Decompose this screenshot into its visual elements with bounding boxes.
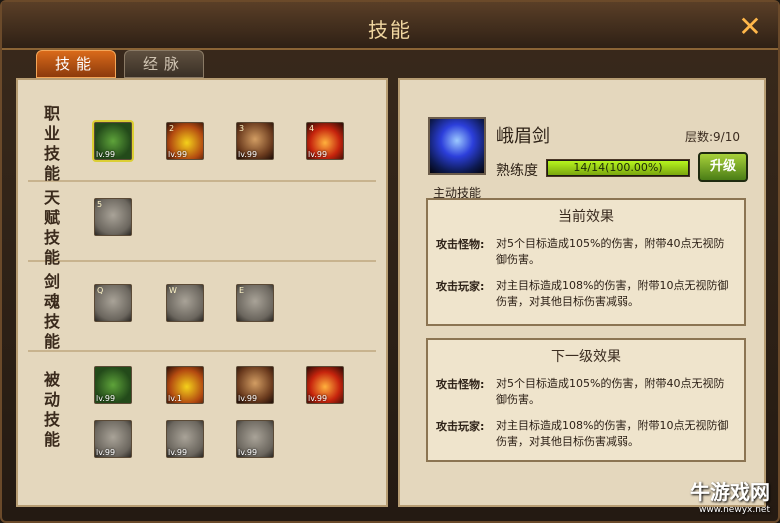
proficiency-text: 14/14(100.00%) [573,161,663,174]
skill-orb-icon [428,117,486,175]
category-soul: 剑魂技能 [43,272,60,351]
level-label: lv.99 [168,150,188,159]
watermark-logo: 牛游戏网 www.newyx.net [690,476,770,515]
skill-detail-panel: 主动技能 峨眉剑 层数:9/10 熟练度 14/14(100.00%) 升级 当… [398,78,766,507]
current-effect-title: 当前效果 [558,209,614,225]
category-passive: 被动技能 [43,370,60,449]
level-label: lv.99 [96,448,116,457]
effect-value: 对主目标造成108%的伤害，附带10点无视防御伤害，对其他目标伤害减弱。 [496,279,729,308]
effect-value: 对5个目标造成105%的伤害，附带40点无视防御伤害。 [496,237,725,266]
hotkey-label: 2 [169,124,175,133]
skill-slot[interactable]: lv.99 [94,366,132,404]
skill-slot[interactable]: lv.99 [236,420,274,458]
effect-key: 攻击玩家: [436,420,485,433]
tab-meridians[interactable]: 经脉 [124,50,204,78]
effect-row: 攻击怪物: 对5个目标造成105%的伤害，附带40点无视防御伤害。 [428,372,744,414]
skill-slot[interactable]: E [236,284,274,322]
level-label: lv.99 [238,448,258,457]
proficiency-bar: 14/14(100.00%) [546,159,690,177]
skill-slot[interactable]: lv.99 [306,366,344,404]
level-label: lv.99 [168,448,188,457]
upgrade-button[interactable]: 升级 [698,152,748,182]
skill-name: 峨眉剑 [496,126,550,147]
level-label: lv.99 [96,394,116,403]
skill-slot[interactable]: lv.1 [166,366,204,404]
skills-window: 技能 ✕ 技能 经脉 职业技能 天赋技能 剑魂技能 被动技能 lv.99 2 l… [0,0,780,523]
effect-row: 攻击玩家: 对主目标造成108%的伤害，附带10点无视防御伤害，对其他目标伤害减… [428,414,744,456]
hotkey-label: 4 [309,124,315,133]
skill-slot[interactable]: 4 lv.99 [306,122,344,160]
effect-value: 对5个目标造成105%的伤害，附带40点无视防御伤害。 [496,377,725,406]
hotkey-label: W [169,286,177,295]
level-label: lv.99 [238,150,258,159]
level-label: lv.99 [96,150,116,159]
close-icon[interactable]: ✕ [736,13,764,42]
current-effect-box: 当前效果 攻击怪物: 对5个目标造成105%的伤害，附带40点无视防御伤害。 攻… [426,198,746,326]
window-title: 技能 [368,18,412,42]
hotkey-label: 3 [239,124,245,133]
skill-slot[interactable]: W [166,284,204,322]
skill-slot[interactable]: Q [94,284,132,322]
level-label: lv.1 [168,394,182,403]
effect-key: 攻击怪物: [436,378,485,391]
level-label: lv.99 [308,394,328,403]
category-talent: 天赋技能 [43,188,60,267]
level-label: lv.99 [238,394,258,403]
effect-key: 攻击怪物: [436,238,485,251]
next-effect-title: 下一级效果 [551,349,621,365]
effect-row: 攻击怪物: 对5个目标造成105%的伤害，附带40点无视防御伤害。 [428,232,744,274]
skill-slot[interactable]: lv.99 [236,366,274,404]
hotkey-label: Q [97,286,104,295]
hotkey-label: 5 [97,200,103,209]
skill-slot[interactable]: lv.99 [94,420,132,458]
divider [28,350,376,352]
divider [28,180,376,182]
skill-slot[interactable]: 2 lv.99 [166,122,204,160]
effect-row: 攻击玩家: 对主目标造成108%的伤害，附带10点无视防御伤害，对其他目标伤害减… [428,274,744,316]
skill-slot[interactable]: lv.99 [166,420,204,458]
hotkey-label: E [239,286,245,295]
effect-key: 攻击玩家: [436,280,485,293]
tab-skills[interactable]: 技能 [36,50,116,78]
title-bar: 技能 ✕ [2,2,778,50]
skill-slot[interactable]: 3 lv.99 [236,122,274,160]
skill-slot[interactable]: lv.99 [94,122,132,160]
proficiency-label: 熟练度 [496,163,538,179]
layer-count: 层数:9/10 [685,130,740,144]
watermark-text: 牛游戏网 [690,480,770,504]
divider [28,260,376,262]
category-job: 职业技能 [43,104,60,183]
level-label: lv.99 [308,150,328,159]
effect-value: 对主目标造成108%的伤害，附带10点无视防御伤害，对其他目标伤害减弱。 [496,419,729,448]
watermark-url: www.newyx.net [698,505,770,515]
next-effect-box: 下一级效果 攻击怪物: 对5个目标造成105%的伤害，附带40点无视防御伤害。 … [426,338,746,462]
skill-list-panel: 职业技能 天赋技能 剑魂技能 被动技能 lv.99 2 lv.99 3 lv.9… [16,78,388,507]
skill-slot[interactable]: 5 [94,198,132,236]
